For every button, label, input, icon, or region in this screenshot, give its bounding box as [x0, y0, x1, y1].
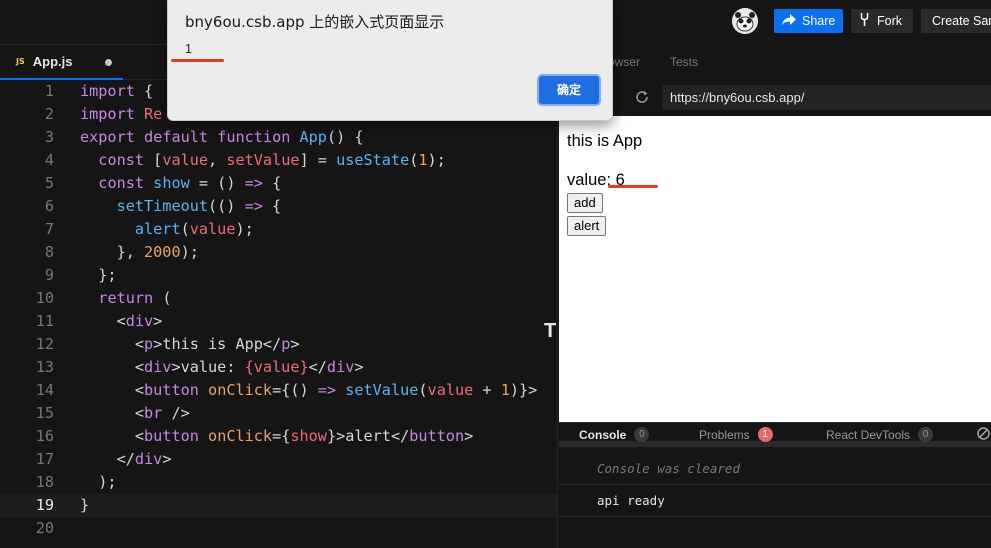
- console-panel: Console 0 Problems 1 React DevTools 0 Co…: [559, 422, 991, 548]
- url-bar: https://bny6ou.csb.app/: [558, 79, 991, 116]
- code-line: 10 return (: [0, 287, 557, 310]
- avatar[interactable]: [732, 8, 758, 34]
- tab-problems[interactable]: Problems 1: [699, 427, 773, 442]
- stray-character: T: [544, 320, 557, 342]
- code-line: 14 <button onClick={() => setValue(value…: [0, 379, 557, 402]
- line-number: 10: [35, 289, 54, 307]
- line-number: 4: [44, 151, 54, 169]
- line-number: 3: [44, 128, 54, 146]
- alert-button[interactable]: alert: [567, 216, 607, 236]
- reload-icon[interactable]: [634, 89, 650, 110]
- line-number: 13: [35, 358, 54, 376]
- code-line: 3 export default function App() {: [0, 126, 557, 149]
- line-number: 14: [35, 381, 54, 399]
- code-line: 9 };: [0, 264, 557, 287]
- dialog-title: bny6ou.csb.app 上的嵌入式页面显示: [185, 13, 445, 31]
- devtools-count-badge: 0: [918, 427, 934, 442]
- line-number: 11: [35, 312, 54, 330]
- line-number: 17: [35, 450, 54, 468]
- line-number: 5: [44, 174, 54, 192]
- code-area[interactable]: 1 import { 2 import Re 3 export default fun…: [0, 80, 557, 540]
- share-icon: [782, 13, 796, 29]
- clear-console-icon[interactable]: [977, 427, 990, 443]
- app-paragraph: this is App: [567, 132, 643, 150]
- line-number: 8: [44, 243, 54, 261]
- line-number: 15: [35, 404, 54, 422]
- red-annotation-underline: [608, 185, 658, 188]
- code-line: 8 }, 2000);: [0, 241, 557, 264]
- line-number: 7: [44, 220, 54, 238]
- tab-problems-label: Problems: [699, 427, 750, 442]
- code-line: 16 <button onClick={show}>alert</button>: [0, 425, 557, 448]
- fork-icon: [860, 13, 869, 29]
- line-number: 19: [35, 496, 54, 514]
- problems-count-badge: 1: [757, 427, 773, 442]
- line-number: 20: [35, 519, 54, 537]
- code-line: 18 );: [0, 471, 557, 494]
- alert-dialog: bny6ou.csb.app 上的嵌入式页面显示 1 确定: [167, 0, 613, 121]
- dialog-ok-button[interactable]: 确定: [537, 74, 601, 106]
- create-sandbox-label: Create Sandbox: [932, 14, 991, 28]
- code-line: 4 const [value, setValue] = useState(1);: [0, 149, 557, 172]
- line-number: 9: [44, 266, 54, 284]
- console-count-badge: 0: [634, 427, 650, 442]
- share-button[interactable]: Share: [774, 9, 843, 33]
- fork-label: Fork: [877, 14, 902, 28]
- line-number: 18: [35, 473, 54, 491]
- code-line: 6 setTimeout(() => {: [0, 195, 557, 218]
- url-input[interactable]: https://bny6ou.csb.app/: [662, 85, 991, 110]
- preview-pane: Browser Tests https://bny6ou.csb.app/ th…: [557, 44, 991, 548]
- tab-tests[interactable]: Tests: [670, 55, 698, 69]
- code-line: 11 <div>: [0, 310, 557, 333]
- tab-react-devtools-label: React DevTools: [826, 427, 911, 442]
- tab-console-label: Console: [579, 427, 627, 442]
- add-button[interactable]: add: [567, 193, 603, 213]
- code-line: 13 <div>value: {value}</div>: [0, 356, 557, 379]
- tab-filename: App.js: [32, 54, 73, 69]
- code-line: 20: [0, 517, 557, 540]
- console-tabs: Console 0 Problems 1 React DevTools 0: [559, 423, 991, 447]
- create-sandbox-button[interactable]: Create Sandbox: [921, 9, 991, 33]
- line-number: 16: [35, 427, 54, 445]
- tab-react-devtools[interactable]: React DevTools 0: [826, 427, 934, 442]
- console-line-log: api ready: [559, 485, 991, 517]
- dialog-message: 1: [185, 42, 192, 56]
- tab-app-js[interactable]: JS App.js: [0, 45, 123, 80]
- console-line-cleared: Console was cleared: [559, 453, 991, 485]
- line-number: 12: [35, 335, 54, 353]
- preview-tabs: Browser Tests: [558, 44, 991, 79]
- code-line: 12 <p>this is App</p>: [0, 333, 557, 356]
- line-number: 1: [44, 82, 54, 100]
- unsaved-dot-icon[interactable]: [105, 59, 112, 66]
- tab-console[interactable]: Console 0: [579, 427, 650, 442]
- share-label: Share: [802, 14, 836, 28]
- line-number: 2: [44, 105, 54, 123]
- line-number: 6: [44, 197, 54, 215]
- code-line: 7 alert(value);: [0, 218, 557, 241]
- red-annotation-underline: [171, 59, 224, 62]
- fork-button[interactable]: Fork: [851, 9, 913, 33]
- js-file-icon: JS: [16, 57, 25, 66]
- code-line: 5 const show = () => {: [0, 172, 557, 195]
- code-line-current: 19}: [0, 494, 557, 517]
- preview-frame: this is App value: 6 add alert: [559, 116, 991, 422]
- code-line: 17 </div>: [0, 448, 557, 471]
- code-line: 15 <br />: [0, 402, 557, 425]
